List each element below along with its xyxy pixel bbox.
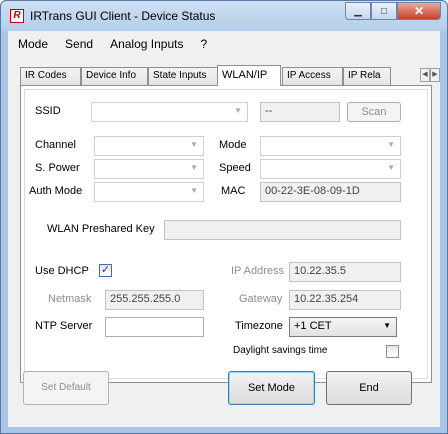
chevron-down-icon: ▼ [234,106,242,115]
tab-device-info[interactable]: Device Info [81,67,148,85]
tab-state-inputs[interactable]: State Inputs [148,67,218,85]
window-title: IRTrans GUI Client - Device Status [30,9,216,23]
dhcp-checkbox[interactable]: ✓ [99,264,112,277]
client-area: Mode Send Analog Inputs ? IR Codes Devic… [8,31,440,427]
chevron-down-icon: ▼ [387,140,395,149]
close-icon: ✕ [413,4,425,18]
menu-help[interactable]: ? [190,35,214,53]
irtrans-app-icon: R [10,9,24,23]
dst-label: Daylight savings time [233,345,328,356]
caption-buttons: ▁ □ ✕ [345,2,441,21]
psk-field[interactable] [164,220,401,240]
psk-label: WLAN Preshared Key [47,223,155,235]
menu-analog-inputs[interactable]: Analog Inputs [100,35,190,53]
close-button[interactable]: ✕ [397,2,441,20]
spower-dropdown[interactable]: ▼ [94,159,204,179]
channel-dropdown[interactable]: ▼ [94,136,204,156]
dst-checkbox[interactable] [386,345,399,358]
dhcp-label: Use DHCP [35,265,89,277]
chevron-down-icon: ▼ [190,140,198,149]
ntp-server-field[interactable] [105,317,204,337]
tab-ir-codes[interactable]: IR Codes [20,67,81,85]
set-mode-button[interactable]: Set Mode [228,371,315,405]
auth-mode-dropdown[interactable]: ▼ [94,182,204,202]
speed-label: Speed [219,162,251,174]
minimize-icon: ▁ [354,5,362,17]
menu-send[interactable]: Send [55,35,100,53]
timezone-value: +1 CET [294,320,332,332]
chevron-down-icon: ▼ [387,163,395,172]
maximize-button[interactable]: □ [371,2,397,20]
auth-mode-label: Auth Mode [29,185,83,197]
scan-button[interactable]: Scan [347,102,401,122]
tab-scroll-left-icon[interactable]: ◀ [420,68,430,82]
mac-label: MAC [221,185,246,197]
timezone-label: Timezone [235,320,283,332]
ssid-readout: -- [260,102,340,122]
mac-field: 00-22-3E-08-09-1D [260,182,401,202]
mode-label: Mode [219,139,247,151]
set-default-button[interactable]: Set Default [23,371,109,405]
tab-ip-relay[interactable]: IP Rela [343,67,391,85]
minimize-button[interactable]: ▁ [345,2,371,20]
tab-wlan-ip[interactable]: WLAN/IP [217,65,281,86]
tab-scroll-right-icon[interactable]: ▶ [430,68,440,82]
menu-mode[interactable]: Mode [8,35,55,53]
speed-dropdown[interactable]: ▼ [260,159,401,179]
chevron-down-icon: ▼ [383,321,391,330]
ntp-server-label: NTP Server [35,320,93,332]
timezone-dropdown[interactable]: +1 CET ▼ [289,317,397,337]
tab-scroll-buttons: ◀ ▶ [420,68,440,82]
ip-address-label: IP Address [231,265,284,277]
settings-groupbox: SSID ▼ -- Scan Channel ▼ Mode ▼ S. Power [24,89,428,379]
gateway-label: Gateway [239,293,283,305]
spower-label: S. Power [35,162,80,174]
netmask-field[interactable]: 255.255.255.0 [105,290,204,310]
wlan-ip-panel: SSID ▼ -- Scan Channel ▼ Mode ▼ S. Power [20,85,432,383]
ssid-label: SSID [35,105,61,117]
chevron-down-icon: ▼ [190,186,198,195]
netmask-label: Netmask [48,293,92,305]
tab-ip-access[interactable]: IP Access [282,67,343,85]
app-window: R IRTrans GUI Client - Device Status ▁ □… [0,0,448,434]
end-button[interactable]: End [326,371,412,405]
mode-dropdown[interactable]: ▼ [260,136,401,156]
chevron-down-icon: ▼ [190,163,198,172]
channel-label: Channel [35,139,76,151]
menu-bar: Mode Send Analog Inputs ? [8,35,214,53]
title-bar[interactable]: R IRTrans GUI Client - Device Status ▁ □… [1,1,447,31]
ip-address-field[interactable]: 10.22.35.5 [289,262,401,282]
gateway-field[interactable]: 10.22.35.254 [289,290,401,310]
maximize-icon: □ [380,5,388,17]
ssid-dropdown[interactable]: ▼ [91,102,248,122]
